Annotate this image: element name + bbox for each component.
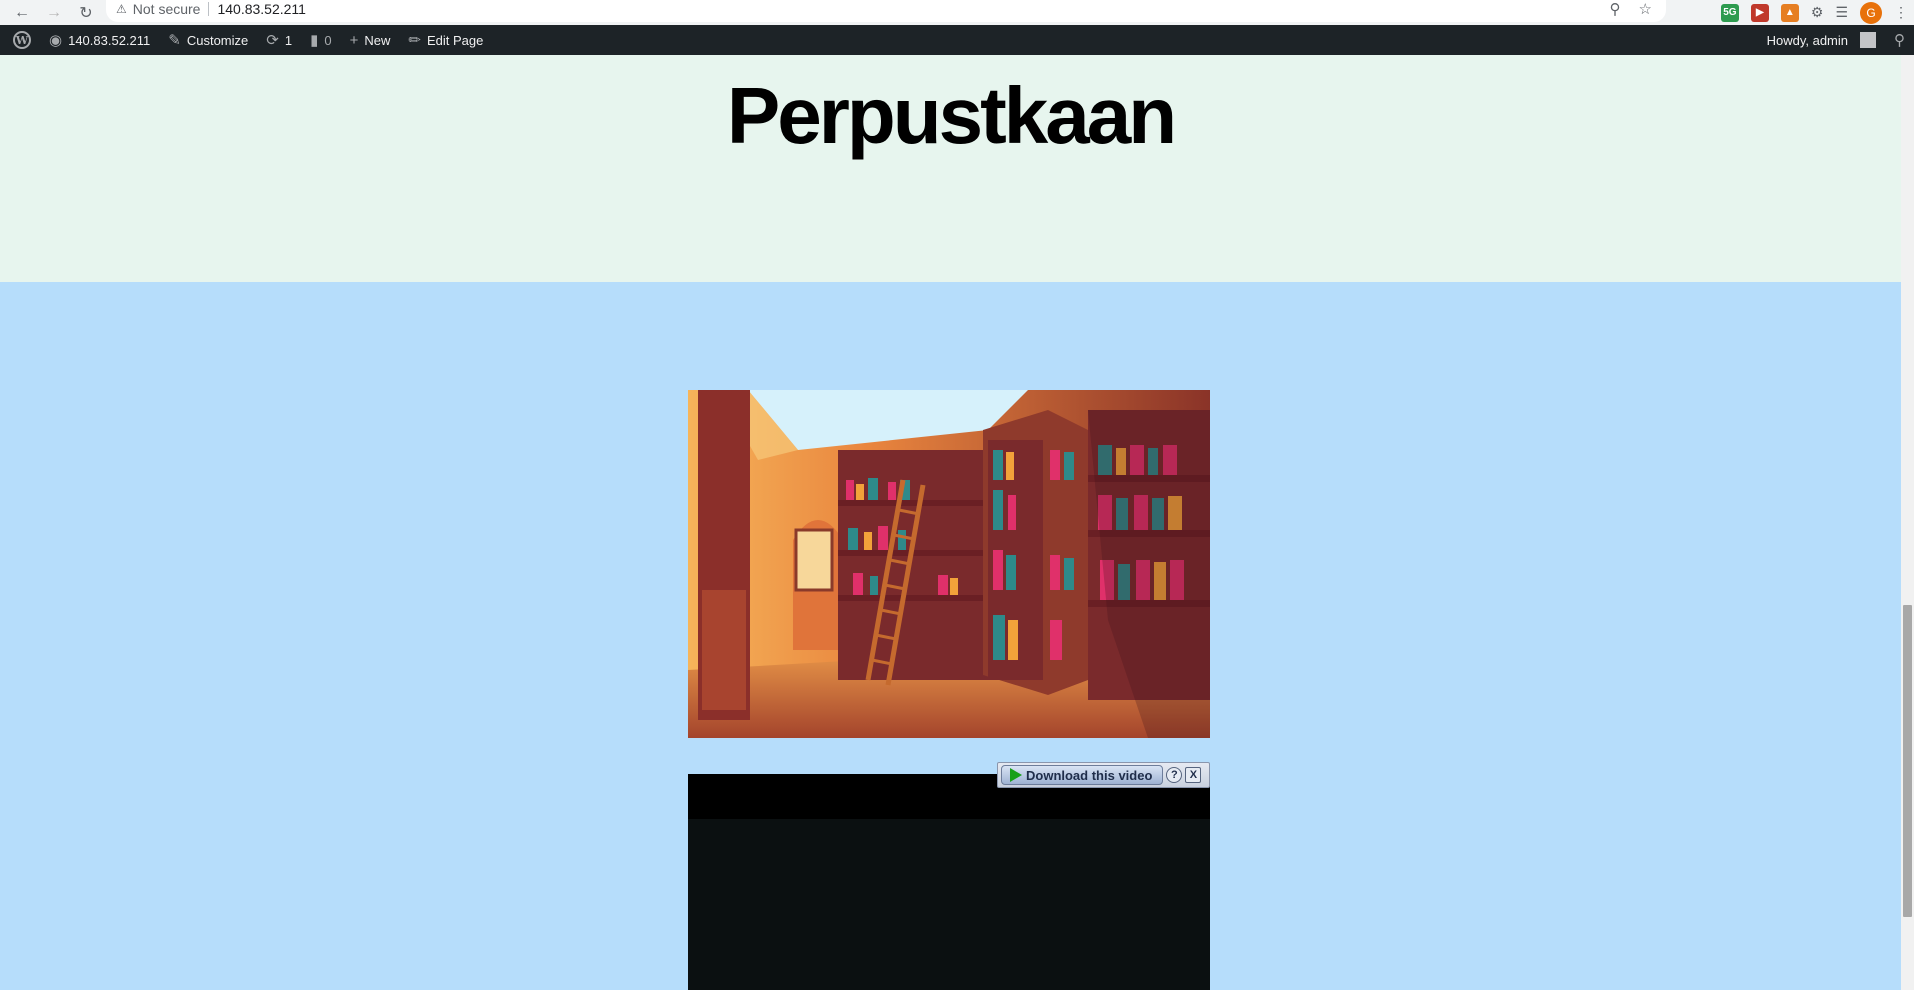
adminbar-search[interactable]: ⚲	[1885, 25, 1914, 55]
wp-logo-menu[interactable]: W	[0, 25, 40, 55]
page-scrollbar[interactable]	[1901, 55, 1914, 990]
puzzle-extensions-icon[interactable]: ⚙	[1811, 4, 1824, 21]
new-content-menu[interactable]: + New	[341, 25, 400, 55]
warning-icon[interactable]: ⚠	[116, 2, 127, 16]
wordpress-logo-icon[interactable]: W	[13, 31, 31, 49]
howdy-label[interactable]: Howdy, admin	[1767, 33, 1848, 48]
browser-toolbar: ← → ↻ ⚠ Not secure 140.83.52.211 ⚲ ☆ 5G …	[0, 0, 1914, 25]
brush-icon: ✎	[168, 32, 181, 49]
dashboard-icon: ◉	[49, 32, 63, 49]
comments-menu[interactable]: ▮ 0	[301, 25, 341, 55]
reading-list-icon[interactable]: ☰	[1835, 4, 1848, 21]
download-video-button[interactable]: Download this video	[1001, 765, 1164, 785]
url-text[interactable]: 140.83.52.211	[217, 1, 306, 17]
zoom-icon[interactable]: ⚲	[1610, 0, 1621, 18]
extension-red-icon[interactable]: ▶	[1750, 3, 1769, 22]
bookmark-star-icon[interactable]: ☆	[1639, 0, 1652, 18]
close-icon[interactable]: X	[1185, 767, 1202, 783]
new-label[interactable]: New	[364, 33, 390, 48]
site-name-label[interactable]: 140.83.52.211	[68, 33, 150, 48]
page-title: Perpustkaan	[726, 71, 1177, 160]
video-download-toolbar: Download this video ? X	[997, 762, 1210, 788]
plus-icon: +	[349, 31, 359, 49]
customize-menu[interactable]: ✎ Customize	[159, 25, 257, 55]
user-avatar[interactable]	[1860, 32, 1876, 48]
library-illustration	[688, 390, 1210, 738]
edit-page-label[interactable]: Edit Page	[427, 33, 483, 48]
extension-badge-icon[interactable]: 5G	[1720, 3, 1739, 22]
omnibox-divider	[208, 2, 210, 16]
back-icon[interactable]: ←	[8, 2, 36, 24]
menu-kebab-icon[interactable]: ⋮	[1894, 4, 1908, 21]
search-icon[interactable]: ⚲	[1894, 31, 1905, 49]
my-account-menu[interactable]: Howdy, admin	[1758, 25, 1885, 55]
omnibox-actions: ⚲ ☆	[1610, 0, 1652, 18]
profile-avatar[interactable]: G	[1860, 1, 1882, 24]
customize-label[interactable]: Customize	[187, 33, 248, 48]
video-player[interactable]	[688, 774, 1210, 990]
download-video-label: Download this video	[1026, 767, 1153, 783]
extensions-area: 5G ▶ ▲ ⚙ ☰ G ⋮	[1720, 0, 1914, 25]
help-icon[interactable]: ?	[1166, 767, 1183, 783]
updates-count[interactable]: 1	[285, 33, 292, 48]
browser-nav: ← → ↻	[0, 2, 100, 24]
play-icon	[1010, 768, 1022, 782]
site-name-menu[interactable]: ◉ 140.83.52.211	[40, 25, 159, 55]
reload-icon[interactable]: ↻	[72, 2, 100, 24]
edit-page-menu[interactable]: ✏ Edit Page	[399, 25, 492, 55]
address-bar[interactable]: ⚠ Not secure 140.83.52.211 ⚲ ☆	[106, 0, 1666, 22]
scrollbar-thumb[interactable]	[1903, 605, 1912, 917]
security-label[interactable]: Not secure	[133, 1, 201, 17]
forward-icon[interactable]: →	[40, 2, 68, 24]
wp-admin-bar: W ◉ 140.83.52.211 ✎ Customize ⟳ 1 ▮ 0 + …	[0, 25, 1914, 55]
updates-menu[interactable]: ⟳ 1	[257, 25, 301, 55]
adminbar-right: Howdy, admin ⚲	[1758, 25, 1914, 55]
metamask-fox-icon[interactable]: ▲	[1780, 3, 1799, 22]
comments-count[interactable]: 0	[324, 33, 331, 48]
comment-bubble-icon: ▮	[310, 32, 319, 49]
updates-icon: ⟳	[266, 32, 279, 49]
pencil-icon: ✏	[408, 32, 421, 49]
